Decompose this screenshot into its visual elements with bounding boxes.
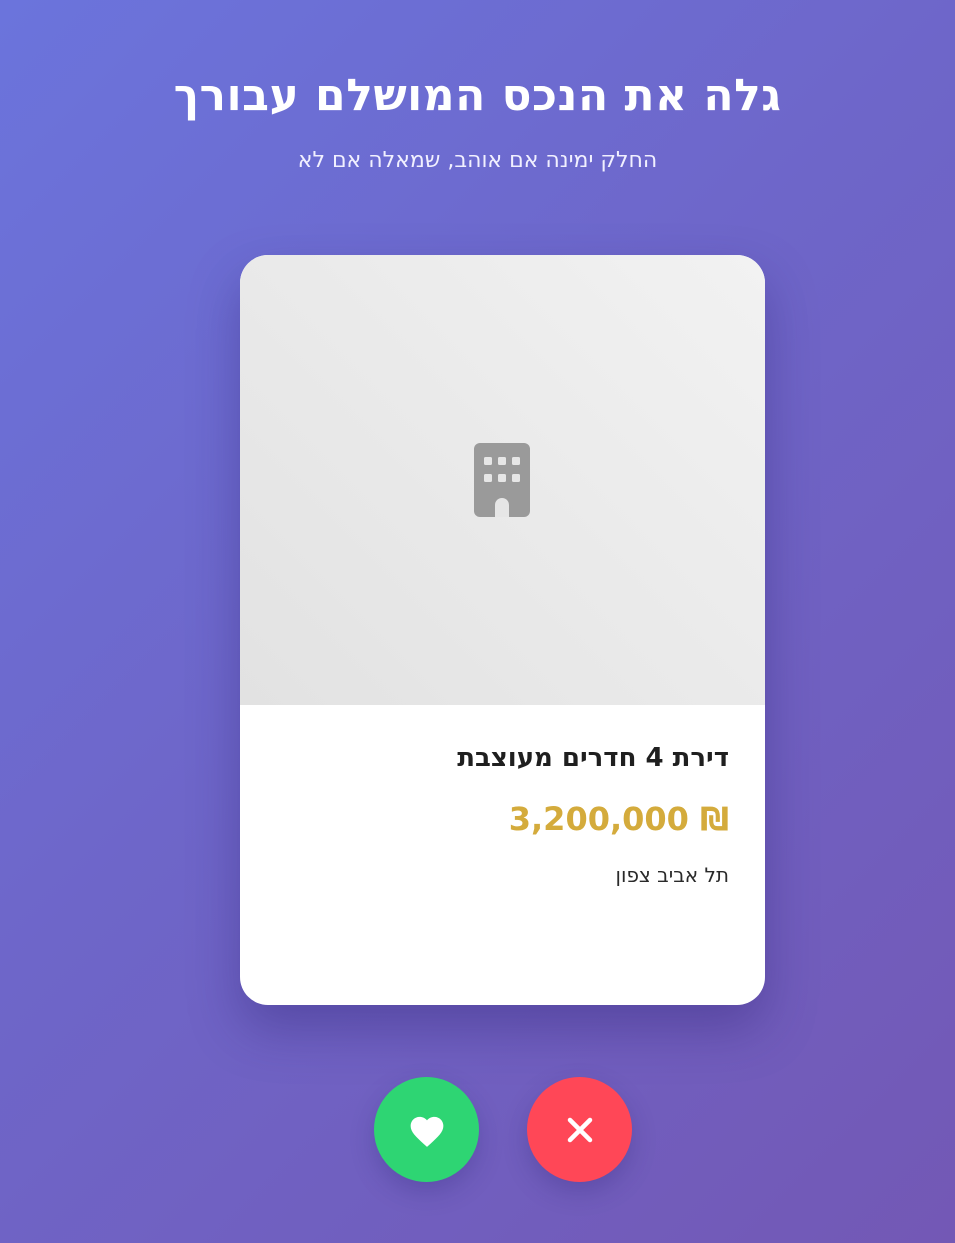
property-location: תל אביב צפון: [615, 863, 729, 887]
heart-icon: [410, 1116, 443, 1147]
page-subtitle: החלק ימינה אם אוהב, שמאלה אם לא: [297, 148, 658, 173]
dislike-button[interactable]: [527, 1077, 632, 1182]
page-title: גלה את הנכס המושלם עבורך: [173, 70, 782, 121]
like-button[interactable]: [374, 1077, 479, 1182]
close-icon: [567, 1117, 592, 1142]
property-card[interactable]: דירת 4 חדרים מעוצבת ₪ 3,200,000 תל אביב …: [240, 255, 765, 1005]
property-title: דירת 4 חדרים מעוצבת: [457, 743, 729, 773]
property-price: ₪ 3,200,000: [508, 800, 729, 838]
property-details: דירת 4 חדרים מעוצבת ₪ 3,200,000 תל אביב …: [240, 705, 765, 1005]
building-icon: [474, 443, 530, 517]
property-image-placeholder: [240, 255, 765, 705]
